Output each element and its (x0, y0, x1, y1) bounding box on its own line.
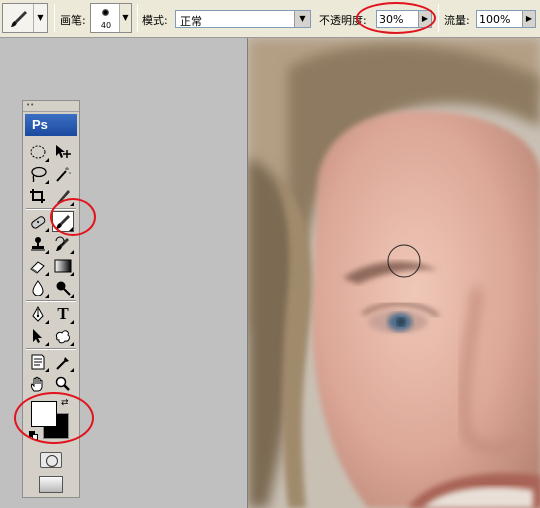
chevron-down-icon[interactable]: ▼ (294, 11, 310, 27)
history-brush-tool[interactable] (52, 233, 74, 254)
ps-logo[interactable]: Ps (25, 114, 77, 136)
brush-picker[interactable]: 40 ▼ (90, 3, 132, 33)
flow-value[interactable]: 100% (479, 13, 510, 26)
divider (26, 300, 76, 302)
path-selection-tool[interactable] (27, 325, 49, 346)
chevron-down-icon[interactable]: ▼ (119, 4, 131, 32)
mode-label: 模式: (142, 14, 168, 27)
type-icon: T (57, 303, 69, 323)
face-photo (248, 38, 540, 508)
flow-field[interactable]: 100% ▶ (476, 10, 536, 28)
magnifier-icon (55, 376, 70, 391)
toolbox-grip[interactable]: •• (23, 101, 79, 112)
magic-wand-icon (56, 166, 71, 182)
flow-label: 流量: (444, 14, 470, 27)
healing-brush-tool[interactable] (27, 211, 49, 232)
default-colors-icon[interactable] (29, 431, 38, 440)
opacity-label: 不透明度: (319, 14, 367, 27)
brush-size: 40 (100, 21, 112, 30)
slice-tool[interactable] (52, 185, 74, 206)
pen-tool[interactable] (27, 303, 49, 324)
brush-tip-icon (102, 9, 109, 16)
eyedropper-tool[interactable] (52, 351, 74, 372)
lasso-tool[interactable] (27, 163, 49, 184)
zoom-tool[interactable] (52, 373, 74, 394)
opacity-field[interactable]: 30% ▶ (376, 10, 432, 28)
move-tool[interactable] (52, 141, 74, 162)
toolbox-panel: •• Ps T ⇄ (22, 100, 80, 498)
crop-icon (30, 188, 45, 203)
mode-value: 正常 (180, 15, 202, 28)
notes-tool[interactable] (27, 351, 49, 372)
divider (26, 208, 76, 210)
blur-tool[interactable] (27, 277, 49, 298)
hand-icon (30, 376, 43, 391)
custom-shape-tool[interactable] (52, 325, 74, 346)
type-tool[interactable]: T (52, 303, 74, 324)
divider (26, 348, 76, 350)
chevron-down-icon[interactable]: ▼ (33, 4, 47, 32)
clone-stamp-tool[interactable] (27, 233, 49, 254)
chevron-right-icon[interactable]: ▶ (418, 11, 431, 27)
screen-mode-button[interactable] (39, 476, 63, 493)
move-icon (56, 144, 71, 158)
marquee-icon (30, 145, 46, 158)
foreground-color-swatch[interactable] (31, 401, 57, 427)
dodge-tool[interactable] (52, 277, 74, 298)
brush-tool[interactable] (52, 211, 74, 232)
mode-select[interactable]: 正常 ▼ (175, 10, 311, 28)
options-bar: ▼ 画笔: 40 ▼ 模式: 正常 ▼ 不透明度: 30% ▶ 流量: 100%… (0, 0, 540, 38)
gradient-tool[interactable] (52, 255, 74, 276)
crop-tool[interactable] (27, 185, 49, 206)
brush-label: 画笔: (60, 14, 86, 27)
magic-wand-tool[interactable] (52, 163, 74, 184)
divider (54, 4, 55, 32)
swap-colors-icon[interactable]: ⇄ (61, 399, 69, 408)
tool-preset-picker[interactable]: ▼ (2, 3, 48, 33)
marquee-tool[interactable] (27, 141, 49, 162)
quick-mask-button[interactable] (40, 452, 62, 468)
divider (438, 4, 439, 32)
divider (137, 4, 138, 32)
eraser-tool[interactable] (27, 255, 49, 276)
opacity-value[interactable]: 30% (379, 13, 403, 26)
chevron-right-icon[interactable]: ▶ (522, 11, 535, 27)
brush-preset-icon (11, 11, 27, 27)
hand-tool[interactable] (27, 373, 49, 394)
document-canvas[interactable] (247, 38, 540, 508)
